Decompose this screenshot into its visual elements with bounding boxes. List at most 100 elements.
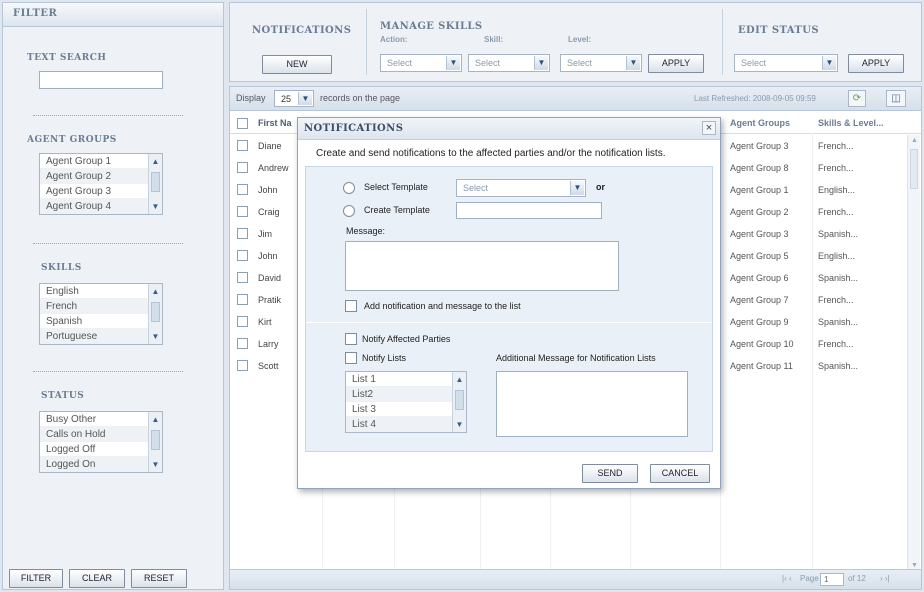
list-item[interactable]: French: [40, 299, 162, 314]
list-item[interactable]: English: [40, 284, 162, 299]
scroll-thumb[interactable]: [910, 149, 918, 189]
chevron-down-icon[interactable]: ▼: [570, 181, 584, 195]
list-item[interactable]: Busy Other: [40, 412, 162, 427]
create-template-input[interactable]: [456, 202, 602, 219]
first-prev-icons[interactable]: |‹ ‹: [782, 574, 792, 583]
columns-icon[interactable]: ◫: [886, 90, 906, 107]
chevron-down-icon[interactable]: ▼: [626, 56, 640, 70]
agent-groups-list[interactable]: Agent Group 1 Agent Group 2 Agent Group …: [39, 153, 163, 215]
col-first-name[interactable]: First Na: [258, 113, 292, 133]
page-input[interactable]: 1: [820, 573, 844, 586]
row-checkbox[interactable]: [237, 294, 248, 305]
send-button[interactable]: SEND: [582, 464, 638, 483]
apply-status-button[interactable]: APPLY: [848, 54, 904, 73]
notify-affected-checkbox[interactable]: [345, 333, 357, 345]
row-checkbox[interactable]: [237, 272, 248, 283]
skills-cell[interactable]: French...: [818, 135, 854, 157]
chevron-down-icon[interactable]: ▼: [150, 201, 161, 212]
skills-cell[interactable]: Spanish...: [818, 355, 858, 377]
scrollbar[interactable]: ▲ ▼: [148, 284, 162, 344]
skill-select[interactable]: Select ▼: [468, 54, 550, 72]
list-item[interactable]: Agent Group 3: [40, 184, 162, 199]
message-textarea[interactable]: [345, 241, 619, 291]
select-all-checkbox[interactable]: [237, 118, 248, 129]
list-item[interactable]: Portuguese: [40, 329, 162, 344]
filter-button[interactable]: FILTER: [9, 569, 63, 588]
col-agent-groups[interactable]: Agent Groups: [730, 113, 790, 133]
row-checkbox[interactable]: [237, 316, 248, 327]
create-template-radio[interactable]: [343, 205, 355, 217]
chevron-down-icon[interactable]: ▼: [150, 459, 161, 470]
refresh-icon[interactable]: ⟳: [848, 90, 866, 107]
chevron-up-icon[interactable]: ▲: [454, 374, 465, 385]
chevron-down-icon[interactable]: ▼: [150, 331, 161, 342]
agent-group-cell: Agent Group 6: [730, 273, 789, 283]
reset-button[interactable]: RESET: [131, 569, 187, 588]
list-item[interactable]: Agent Group 2: [40, 169, 162, 184]
additional-message-textarea[interactable]: [496, 371, 688, 437]
scrollbar[interactable]: ▲ ▼: [148, 412, 162, 472]
row-checkbox[interactable]: [237, 206, 248, 217]
notify-lists-checkbox[interactable]: [345, 352, 357, 364]
list-item[interactable]: Agent Group 4: [40, 199, 162, 214]
display-count-select[interactable]: 25 ▼: [274, 90, 314, 107]
text-search-input[interactable]: [39, 71, 163, 89]
list-item[interactable]: List2: [346, 387, 466, 402]
chevron-down-icon[interactable]: ▼: [298, 92, 312, 105]
skills-cell[interactable]: French...: [818, 157, 854, 179]
divider: [33, 371, 183, 372]
chevron-down-icon[interactable]: ▼: [822, 56, 836, 70]
apply-skills-button[interactable]: APPLY: [648, 54, 704, 73]
row-checkbox[interactable]: [237, 140, 248, 151]
skills-cell[interactable]: Spanish...: [818, 311, 858, 333]
notification-lists[interactable]: List 1 List2 List 3 List 4 ▲ ▼: [345, 371, 467, 433]
template-select[interactable]: Select ▼: [456, 179, 586, 197]
row-checkbox[interactable]: [237, 228, 248, 239]
select-template-label: Select Template: [364, 182, 428, 192]
chevron-down-icon[interactable]: ▼: [446, 56, 460, 70]
clear-button[interactable]: CLEAR: [69, 569, 125, 588]
cancel-button[interactable]: CANCEL: [650, 464, 710, 483]
status-select[interactable]: Select ▼: [734, 54, 838, 72]
list-item[interactable]: Agent Group 1: [40, 154, 162, 169]
row-checkbox[interactable]: [237, 162, 248, 173]
skills-cell[interactable]: French...: [818, 333, 854, 355]
list-item[interactable]: Logged On: [40, 457, 162, 472]
col-skills[interactable]: Skills & Level...: [818, 113, 884, 133]
skills-cell[interactable]: Spanish...: [818, 223, 858, 245]
next-last-icons[interactable]: › ›|: [880, 574, 890, 583]
row-checkbox[interactable]: [237, 250, 248, 261]
close-icon[interactable]: ×: [702, 121, 716, 135]
list-item[interactable]: Logged Off: [40, 442, 162, 457]
list-item[interactable]: List 3: [346, 402, 466, 417]
chevron-down-icon[interactable]: ▼: [534, 56, 548, 70]
chevron-up-icon[interactable]: ▲: [150, 414, 161, 425]
list-item[interactable]: Calls on Hold: [40, 427, 162, 442]
scrollbar[interactable]: ▲ ▼: [148, 154, 162, 214]
add-to-list-checkbox[interactable]: [345, 300, 357, 312]
new-button[interactable]: NEW: [262, 55, 332, 74]
list-item[interactable]: List 1: [346, 372, 466, 387]
chevron-down-icon[interactable]: ▼: [454, 419, 465, 430]
list-item[interactable]: Spanish: [40, 314, 162, 329]
status-list[interactable]: Busy Other Calls on Hold Logged Off Logg…: [39, 411, 163, 473]
chevron-up-icon[interactable]: ▲: [909, 137, 920, 144]
skills-cell[interactable]: English...: [818, 245, 855, 267]
row-checkbox[interactable]: [237, 338, 248, 349]
select-template-radio[interactable]: [343, 182, 355, 194]
skills-cell[interactable]: Spanish...: [818, 267, 858, 289]
level-select[interactable]: Select ▼: [560, 54, 642, 72]
row-checkbox[interactable]: [237, 184, 248, 195]
list-item[interactable]: List 4: [346, 417, 466, 432]
scrollbar[interactable]: ▲ ▼: [452, 372, 466, 432]
chevron-down-icon[interactable]: ▼: [909, 562, 920, 569]
row-checkbox[interactable]: [237, 360, 248, 371]
skills-cell[interactable]: French...: [818, 201, 854, 223]
skills-cell[interactable]: English...: [818, 179, 855, 201]
skills-cell[interactable]: French...: [818, 289, 854, 311]
grid-scrollbar[interactable]: ▲ ▼: [907, 135, 920, 571]
skills-list[interactable]: English French Spanish Portuguese ▲ ▼: [39, 283, 163, 345]
chevron-up-icon[interactable]: ▲: [150, 286, 161, 297]
chevron-up-icon[interactable]: ▲: [150, 156, 161, 167]
action-select[interactable]: Select ▼: [380, 54, 462, 72]
